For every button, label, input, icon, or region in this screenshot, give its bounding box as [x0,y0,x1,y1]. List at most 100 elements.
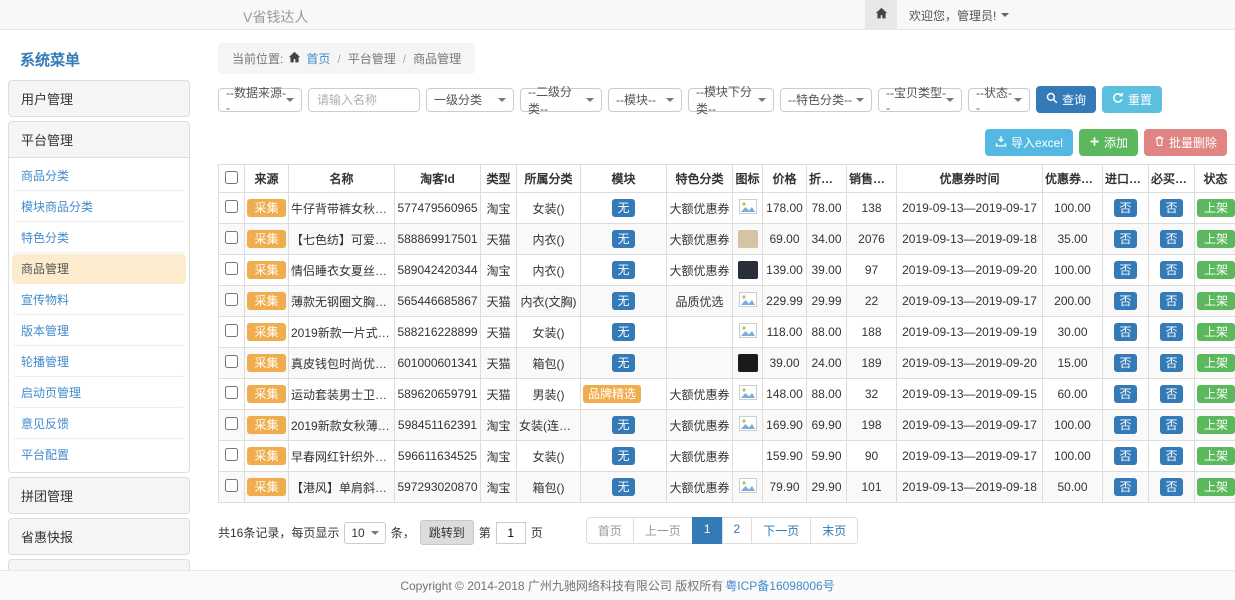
row-checkbox[interactable] [225,200,238,213]
sidebar-item[interactable]: 商品管理 [12,254,186,284]
must-buy-cell: 否 [1149,472,1195,503]
sidebar-item[interactable]: 轮播管理 [12,347,186,377]
feature-cell: 大额优惠券 [667,472,733,503]
home-icon [875,7,888,23]
sidebar-item[interactable]: 商品分类 [12,161,186,191]
row-checkbox[interactable] [225,231,238,244]
must-buy-badge[interactable]: 否 [1160,323,1182,341]
source-cell: 采集 [245,317,289,348]
reset-button[interactable]: 重置 [1102,86,1162,113]
row-checkbox[interactable] [225,324,238,337]
coupon-amount-cell: 15.00 [1043,348,1103,379]
import-optimal-badge[interactable]: 否 [1114,416,1136,434]
module-select[interactable]: --模块-- [608,88,682,112]
batch-delete-button[interactable]: 批量删除 [1144,129,1227,156]
row-checkbox[interactable] [225,355,238,368]
select-all-checkbox[interactable] [225,171,238,184]
row-checkbox[interactable] [225,386,238,399]
status-badge[interactable]: 上架 [1197,230,1235,248]
must-buy-badge[interactable]: 否 [1160,292,1182,310]
breadcrumb-separator: / [335,52,342,66]
import-optimal-badge[interactable]: 否 [1114,261,1136,279]
row-checkbox[interactable] [225,417,238,430]
per-page-select[interactable]: 10 [344,522,385,544]
import-optimal-badge[interactable]: 否 [1114,230,1136,248]
import-optimal-badge[interactable]: 否 [1114,447,1136,465]
user-menu[interactable]: 欢迎您，管理员! [909,7,1009,24]
status-badge[interactable]: 上架 [1197,199,1235,217]
status-badge[interactable]: 上架 [1197,292,1235,310]
source-cell: 采集 [245,224,289,255]
icp-license-link[interactable]: 粤ICP备16098006号 [725,577,834,594]
sidebar-item[interactable]: 版本管理 [12,316,186,346]
import-optimal-badge[interactable]: 否 [1114,385,1136,403]
data-source-select[interactable]: --数据来源-- [218,88,302,112]
level2-category-select[interactable]: --二级分类-- [520,88,602,112]
must-buy-badge[interactable]: 否 [1160,478,1182,496]
status-badge[interactable]: 上架 [1197,447,1235,465]
import-optimal-badge[interactable]: 否 [1114,354,1136,372]
import-optimal-badge[interactable]: 否 [1114,478,1136,496]
pager-button[interactable]: 末页 [810,517,858,544]
product-name-cell: 2019新款女秋薄款... [289,410,395,441]
status-badge[interactable]: 上架 [1197,354,1235,372]
import-optimal-badge[interactable]: 否 [1114,199,1136,217]
import-excel-button[interactable]: 导入excel [985,129,1073,156]
name-search-input[interactable] [308,88,420,112]
jump-button[interactable]: 跳转到 [420,520,474,545]
sidebar-item[interactable]: 启动页管理 [12,378,186,408]
must-buy-cell: 否 [1149,317,1195,348]
filter-select-value: --宝贝类型-- [886,84,946,115]
pager-button[interactable]: 下一页 [751,517,811,544]
must-buy-badge[interactable]: 否 [1160,354,1182,372]
must-buy-badge[interactable]: 否 [1160,230,1182,248]
sidebar-group-header[interactable]: 平台管理 [9,122,189,157]
status-badge[interactable]: 上架 [1197,261,1235,279]
item-type-select[interactable]: --宝贝类型-- [878,88,962,112]
breadcrumb-home-link[interactable]: 首页 [306,50,330,67]
sidebar-item[interactable]: 意见反馈 [12,409,186,439]
row-checkbox[interactable] [225,479,238,492]
import-optimal-badge[interactable]: 否 [1114,292,1136,310]
sidebar-group-header[interactable]: 消息管理 [9,560,189,570]
feature-category-select[interactable]: --特色分类-- [780,88,872,112]
module-cell: 无 [581,286,667,317]
pager-button[interactable]: 首页 [586,517,634,544]
module-subcategory-select[interactable]: --模块下分类-- [688,88,774,112]
row-checkbox[interactable] [225,448,238,461]
status-badge[interactable]: 上架 [1197,323,1235,341]
query-button[interactable]: 查询 [1036,86,1096,113]
filter-controls: --数据来源-- 一级分类--二级分类----模块----模块下分类----特色分… [218,88,1030,112]
import-optimal-badge[interactable]: 否 [1114,323,1136,341]
home-button[interactable] [865,0,897,30]
level1-category-select[interactable]: 一级分类 [426,88,514,112]
row-checkbox[interactable] [225,262,238,275]
table-header-cell: 价格 [763,165,807,193]
row-checkbox[interactable] [225,293,238,306]
status-badge[interactable]: 上架 [1197,478,1235,496]
must-buy-badge[interactable]: 否 [1160,416,1182,434]
pager-button[interactable]: 上一页 [633,517,693,544]
sidebar-item[interactable]: 特色分类 [12,223,186,253]
filter-select-value: --状态-- [976,84,1014,115]
must-buy-badge[interactable]: 否 [1160,199,1182,217]
pagination-bar: 共16条记录，每页显示 10 条， 跳转到 第 页 首页上一页12下一页末页 [218,517,1227,547]
must-buy-badge[interactable]: 否 [1160,261,1182,279]
icon-cell [733,317,763,348]
page-number-input[interactable] [496,522,526,544]
sidebar-item[interactable]: 模块商品分类 [12,192,186,222]
sidebar-group-header[interactable]: 省惠快报 [9,519,189,554]
must-buy-badge[interactable]: 否 [1160,385,1182,403]
status-badge[interactable]: 上架 [1197,385,1235,403]
must-buy-badge[interactable]: 否 [1160,447,1182,465]
discount-price-cell: 59.90 [807,441,847,472]
status-badge[interactable]: 上架 [1197,416,1235,434]
status-select[interactable]: --状态-- [968,88,1030,112]
sidebar-item[interactable]: 平台配置 [12,440,186,469]
add-button[interactable]: 添加 [1079,129,1138,156]
sidebar-group-header[interactable]: 拼团管理 [9,478,189,513]
pager-button[interactable]: 1 [692,517,723,544]
sidebar-group-header[interactable]: 用户管理 [9,81,189,116]
sidebar-item[interactable]: 宣传物料 [12,285,186,315]
pager-button[interactable]: 2 [722,517,753,544]
